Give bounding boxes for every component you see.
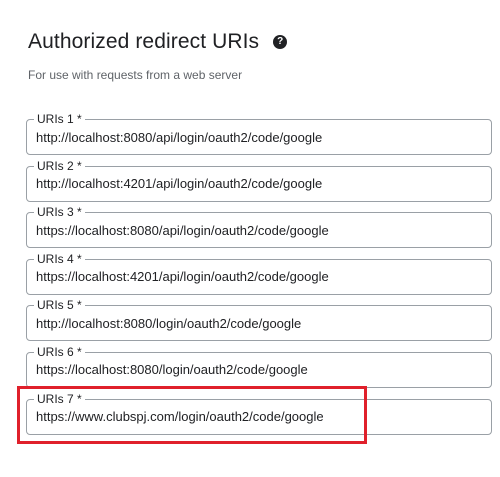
uri-input[interactable] bbox=[36, 405, 476, 428]
uri-input[interactable] bbox=[36, 219, 476, 242]
uri-field-5: URIs 5 * bbox=[26, 297, 492, 342]
section-header: Authorized redirect URIs ? bbox=[28, 28, 288, 56]
section-description: For use with requests from a web server bbox=[28, 68, 243, 82]
uri-field-4: URIs 4 * bbox=[26, 250, 492, 295]
uri-input[interactable] bbox=[36, 172, 476, 195]
uri-field-6: URIs 6 * bbox=[26, 343, 492, 388]
uri-field-2: URIs 2 * bbox=[26, 157, 492, 202]
uri-input[interactable] bbox=[36, 126, 476, 148]
uri-input[interactable] bbox=[36, 358, 476, 381]
uri-field-1: URIs 1 * bbox=[26, 111, 492, 155]
uri-label: URIs 5 * bbox=[34, 297, 85, 314]
section-title: Authorized redirect URIs bbox=[28, 30, 260, 53]
uri-label: URIs 2 * bbox=[34, 157, 85, 174]
uri-label: URIs 4 * bbox=[34, 250, 85, 267]
uri-list: URIs 1 * URIs 2 * URIs 3 * URIs 4 * URIs… bbox=[26, 110, 492, 445]
uri-label: URIs 7 * bbox=[34, 390, 85, 407]
uri-label: URIs 3 * bbox=[34, 204, 85, 221]
uri-input[interactable] bbox=[36, 312, 476, 335]
uri-input[interactable] bbox=[36, 265, 476, 288]
uri-label: URIs 1 * bbox=[34, 111, 85, 127]
help-icon[interactable]: ? bbox=[273, 35, 288, 49]
uri-label: URIs 6 * bbox=[34, 343, 85, 360]
uri-field-7: URIs 7 * bbox=[26, 390, 492, 435]
uri-field-3: URIs 3 * bbox=[26, 204, 492, 249]
